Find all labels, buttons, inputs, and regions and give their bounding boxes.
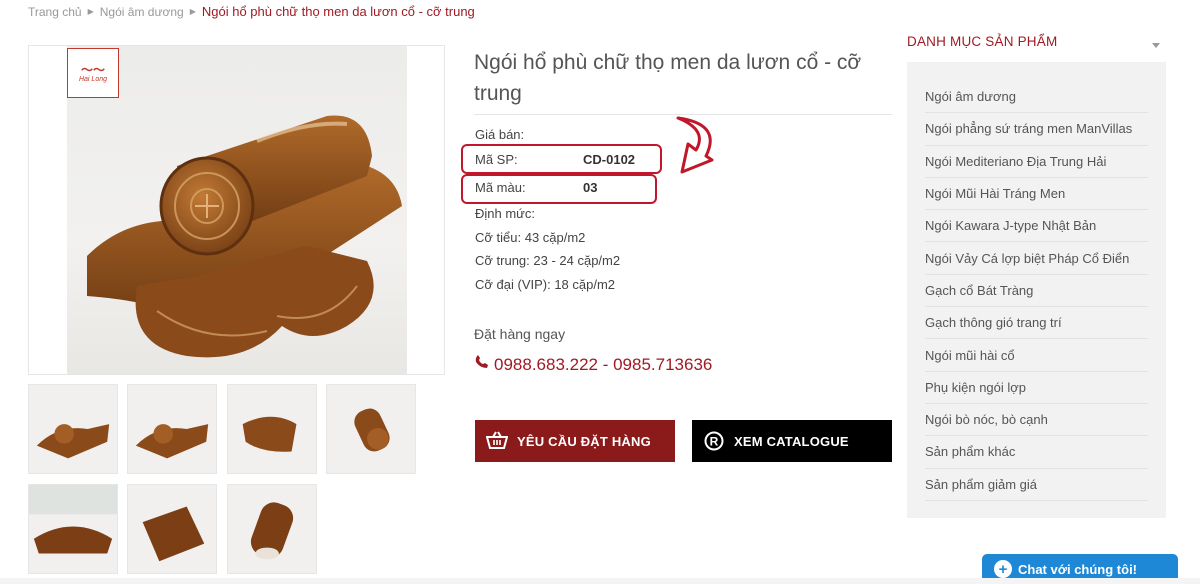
category-item[interactable]: Phụ kiện ngói lợp xyxy=(925,372,1148,404)
product-title: Ngói hổ phù chữ thọ men da lươn cổ - cỡ … xyxy=(474,51,862,105)
category-list: Ngói âm dương Ngói phẳng sứ tráng men Ma… xyxy=(925,81,1148,501)
category-item[interactable]: Ngói bò nóc, bò cạnh xyxy=(925,404,1148,437)
category-heading: DANH MỤC SẢN PHẨM xyxy=(907,34,1058,49)
category-item[interactable]: Sản phẩm giảm giá xyxy=(925,469,1148,501)
thumbnail-6[interactable] xyxy=(127,484,217,574)
brand-logo: 〜〜 Hai Long xyxy=(67,48,119,98)
breadcrumb-home[interactable]: Trang chủ xyxy=(28,5,82,19)
category-item[interactable]: Ngói mũi hài cổ xyxy=(925,339,1148,372)
breadcrumb: Trang chủ ▶ Ngói âm dương ▶ Ngói hổ phù … xyxy=(28,4,475,19)
registered-icon: R xyxy=(702,429,726,453)
thumbnail-5[interactable] xyxy=(28,484,118,574)
breadcrumb-category[interactable]: Ngói âm dương xyxy=(100,5,184,19)
category-item[interactable]: Sản phẩm khác xyxy=(925,436,1148,469)
curved-arrow-icon xyxy=(676,116,714,174)
size-large: Cỡ đại (VIP): 18 cặp/m2 xyxy=(475,277,616,292)
order-request-label: YÊU CẦU ĐẶT HÀNG xyxy=(517,433,651,449)
catalogue-button[interactable]: R XEM CATALOGUE xyxy=(692,420,892,462)
page-bottom-edge xyxy=(0,578,1200,584)
size-small: Cỡ tiểu: 43 cặp/m2 xyxy=(475,230,586,245)
sku-highlight-box xyxy=(461,144,662,174)
main-product-image[interactable]: 〜〜 Hai Long xyxy=(28,45,445,375)
thumbnail-3[interactable] xyxy=(227,384,317,474)
category-item[interactable]: Ngói Vảy Cá lợp biệt Pháp Cổ Điển xyxy=(925,242,1148,275)
plus-icon: + xyxy=(994,560,1012,578)
category-item[interactable]: Gạch cổ Bát Tràng xyxy=(925,275,1148,308)
category-item[interactable]: Ngói Kawara J-type Nhật Bản xyxy=(925,210,1148,243)
chevron-right-icon: ▶ xyxy=(189,7,196,16)
category-item[interactable]: Ngói âm dương xyxy=(925,81,1148,114)
cart-icon xyxy=(485,429,509,453)
norm-label: Định mức: xyxy=(475,206,535,221)
size-medium: Cỡ trung: 23 - 24 cặp/m2 xyxy=(475,253,621,268)
svg-text:R: R xyxy=(710,435,719,449)
phone-icon xyxy=(474,354,490,375)
chat-label: Chat với chúng tôi! xyxy=(1018,561,1138,577)
order-now-label: Đặt hàng ngay xyxy=(474,326,566,342)
hotline[interactable]: 0988.683.222 - 0985.713636 xyxy=(474,354,712,375)
logo-mark-icon: 〜〜 xyxy=(80,62,105,77)
category-item[interactable]: Ngói Mediteriano Địa Trung Hải xyxy=(925,146,1148,178)
category-item[interactable]: Ngói phẳng sứ tráng men ManVillas xyxy=(925,113,1148,146)
hotline-number[interactable]: 0988.683.222 - 0985.713636 xyxy=(494,355,712,375)
logo-name: Hai Long xyxy=(78,75,108,83)
order-request-button[interactable]: YÊU CẦU ĐẶT HÀNG xyxy=(475,420,675,462)
thumbnail-4[interactable] xyxy=(326,384,416,474)
breadcrumb-current: Ngói hổ phù chữ thọ men da lươn cổ - cỡ … xyxy=(201,4,475,19)
catalogue-label: XEM CATALOGUE xyxy=(734,433,849,449)
category-item[interactable]: Ngói Mũi Hài Tráng Men xyxy=(925,178,1148,211)
chevron-right-icon: ▶ xyxy=(87,7,94,16)
thumbnail-2[interactable] xyxy=(127,384,217,474)
thumbnail-7[interactable] xyxy=(227,484,317,574)
color-highlight-box xyxy=(461,174,657,204)
price-label: Giá bán: xyxy=(475,127,525,142)
chevron-down-icon[interactable] xyxy=(1152,43,1160,48)
category-item[interactable]: Gạch thông gió trang trí xyxy=(925,307,1148,340)
thumbnail-1[interactable] xyxy=(28,384,118,474)
